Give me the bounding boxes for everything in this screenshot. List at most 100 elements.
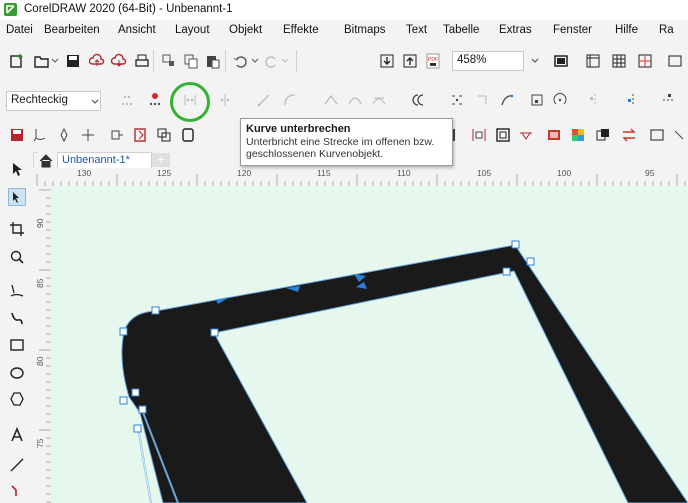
document-tab[interactable]: Unbenannt-1* xyxy=(57,152,152,168)
object-manager-icon[interactable] xyxy=(594,126,612,144)
show-rulers-icon[interactable] xyxy=(584,52,602,70)
convert-to-line-icon[interactable] xyxy=(255,91,273,109)
open-folder-icon[interactable] xyxy=(33,52,51,70)
node-handle[interactable] xyxy=(131,388,140,397)
node-handle[interactable] xyxy=(119,327,128,336)
menu-hilfe[interactable]: Hilfe xyxy=(615,24,638,36)
undo-icon[interactable] xyxy=(232,52,250,70)
save-icon[interactable] xyxy=(64,52,82,70)
shape-tool-icon[interactable] xyxy=(8,188,26,206)
weld-icon[interactable] xyxy=(131,126,149,144)
trim-icon[interactable] xyxy=(108,126,126,144)
artistic-media-tool-icon[interactable] xyxy=(8,308,26,326)
chevron-down-icon[interactable] xyxy=(280,52,290,70)
drawing-canvas[interactable] xyxy=(51,186,688,503)
menu-layout[interactable]: Layout xyxy=(175,24,210,36)
node-handle[interactable] xyxy=(119,396,128,405)
menu-datei[interactable]: Datei xyxy=(6,24,33,36)
extend-curve-icon[interactable] xyxy=(448,91,466,109)
cusp-node-icon[interactable] xyxy=(322,91,340,109)
swap-colors-icon[interactable] xyxy=(620,126,638,144)
distribute-icon[interactable] xyxy=(517,126,535,144)
color-palette-icon[interactable] xyxy=(569,126,587,144)
redo-icon[interactable] xyxy=(262,52,280,70)
extract-subpath-icon[interactable] xyxy=(474,91,492,109)
export-icon[interactable] xyxy=(401,52,419,70)
text-tool-icon[interactable] xyxy=(8,426,26,444)
symmetrical-node-icon[interactable] xyxy=(370,91,388,109)
guidelines-icon[interactable] xyxy=(636,52,654,70)
menu-effekte[interactable]: Effekte xyxy=(283,24,319,36)
smooth-node-icon[interactable] xyxy=(346,91,364,109)
node-handle[interactable] xyxy=(502,267,511,276)
stretch-nodes-icon[interactable] xyxy=(551,91,569,109)
mirror-nodes-icon[interactable] xyxy=(586,91,604,109)
curve-object[interactable] xyxy=(72,186,688,503)
intersect-icon[interactable] xyxy=(155,126,173,144)
node-handle[interactable] xyxy=(138,405,147,414)
chevron-down-icon[interactable] xyxy=(90,93,100,111)
menu-fenster[interactable]: Fenster xyxy=(553,24,592,36)
import-icon[interactable] xyxy=(378,52,396,70)
full-screen-icon[interactable] xyxy=(552,52,570,70)
cloud-upload-icon[interactable] xyxy=(88,52,106,70)
menu-bitmaps[interactable]: Bitmaps xyxy=(344,24,386,36)
freehand-tool-icon[interactable] xyxy=(31,126,49,144)
node-handle[interactable] xyxy=(526,257,535,266)
chevron-down-icon[interactable] xyxy=(50,52,60,70)
node-handle[interactable] xyxy=(511,240,520,249)
snap-to-icon[interactable] xyxy=(666,52,684,70)
frame-icon[interactable] xyxy=(494,126,512,144)
paste-icon[interactable] xyxy=(204,52,222,70)
add-document-tab-button[interactable]: + xyxy=(152,152,170,167)
menu-ansicht[interactable]: Ansicht xyxy=(118,24,156,36)
print-icon[interactable] xyxy=(133,52,151,70)
save-icon[interactable] xyxy=(8,126,26,144)
node-selection-mode-dropdown[interactable]: Rechteckig xyxy=(6,91,101,111)
reverse-direction-icon[interactable] xyxy=(411,91,429,109)
node-handle[interactable] xyxy=(151,306,160,315)
pdf-export-icon[interactable]: PDF xyxy=(424,52,442,70)
add-node-icon[interactable] xyxy=(118,91,136,109)
crop-tool-icon[interactable] xyxy=(8,220,26,238)
menu-text[interactable]: Text xyxy=(406,24,427,36)
dimension-tool-icon[interactable] xyxy=(8,456,26,474)
pick-tool-icon[interactable] xyxy=(8,160,26,178)
zoom-tool-icon[interactable] xyxy=(8,248,26,266)
reduce-nodes-icon[interactable] xyxy=(498,91,516,109)
menu-tabelle[interactable]: Tabelle xyxy=(443,24,479,36)
node-alignment-icon[interactable] xyxy=(528,91,546,109)
rectangle-tool-icon[interactable] xyxy=(8,336,26,354)
node-handle[interactable] xyxy=(210,328,219,337)
break-curve-icon[interactable] xyxy=(216,91,234,109)
cloud-download-icon[interactable] xyxy=(110,52,128,70)
polygon-tool-icon[interactable] xyxy=(8,390,26,408)
horizontal-mirror-icon[interactable] xyxy=(624,91,642,109)
align-icon[interactable] xyxy=(470,126,488,144)
delete-node-icon[interactable] xyxy=(146,91,164,109)
freehand-tool-icon[interactable] xyxy=(8,282,26,300)
new-document-icon[interactable] xyxy=(8,52,26,70)
menu-extras[interactable]: Extras xyxy=(499,24,532,36)
cut-icon[interactable] xyxy=(160,52,178,70)
bitmap-icon[interactable] xyxy=(545,126,563,144)
convert-to-curve-icon[interactable] xyxy=(281,91,299,109)
connector-tool-icon[interactable] xyxy=(8,482,26,500)
zoom-level-combo[interactable]: 458% xyxy=(452,51,524,71)
more-options-icon[interactable] xyxy=(670,126,688,144)
elastic-mode-icon[interactable] xyxy=(660,91,678,109)
add-path-icon[interactable] xyxy=(79,126,97,144)
menu-bearbeiten[interactable]: Bearbeiten xyxy=(44,24,100,36)
vertical-ruler[interactable]: 90 85 80 75 xyxy=(33,186,52,503)
node-handle[interactable] xyxy=(133,424,142,433)
menu-objekt[interactable]: Objekt xyxy=(229,24,262,36)
menu-overflow[interactable]: Ra xyxy=(659,24,674,36)
ellipse-tool-icon[interactable] xyxy=(8,364,26,382)
chevron-down-icon[interactable] xyxy=(250,52,260,70)
zoom-dropdown-chevron-icon[interactable] xyxy=(526,52,544,70)
horizontal-ruler[interactable]: 130 125 120 115 110 105 100 95 xyxy=(33,168,688,187)
pen-tool-icon[interactable] xyxy=(55,126,73,144)
options-icon[interactable] xyxy=(648,126,666,144)
copy-icon[interactable] xyxy=(182,52,200,70)
show-grid-icon[interactable] xyxy=(610,52,628,70)
